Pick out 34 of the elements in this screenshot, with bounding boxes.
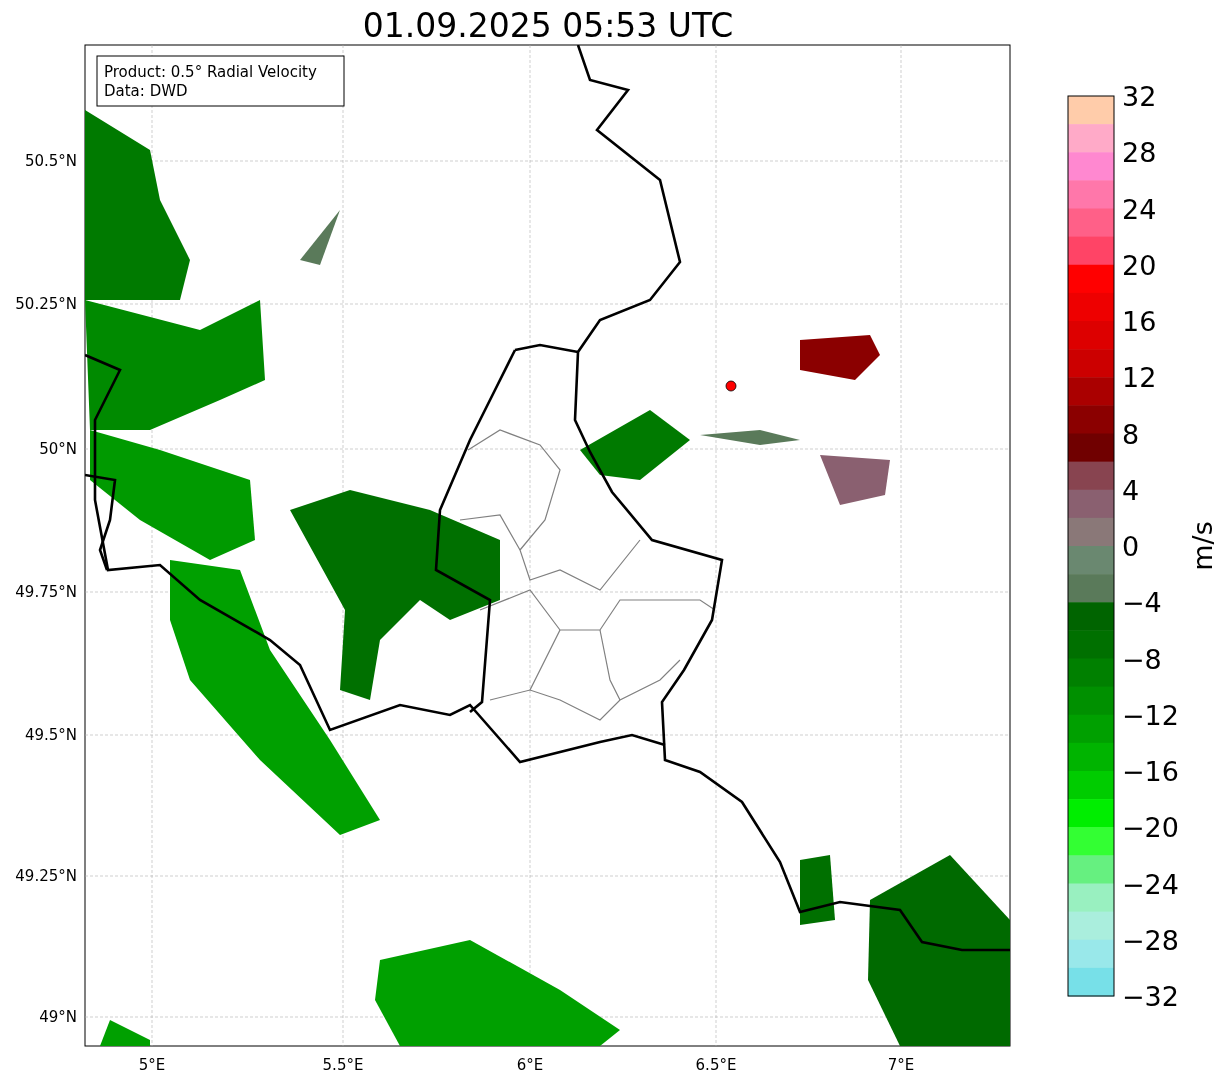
axis-tick-label: 50.25°N: [15, 295, 77, 313]
axis-tick-label: 49.25°N: [15, 867, 77, 885]
colorbar-tick-label: −32: [1122, 981, 1179, 1012]
colorbar-tick-label: −12: [1122, 699, 1179, 731]
colorbar-tick-label: 24: [1122, 193, 1157, 225]
colorbar-tick-label: 4: [1122, 474, 1140, 506]
colorbar-tick-label: 12: [1122, 362, 1157, 394]
colorbar-tick-label: 32: [1122, 81, 1157, 112]
colorbar-tick-label: −4: [1122, 587, 1162, 619]
axis-tick-label: 49.5°N: [24, 726, 77, 744]
colorbar-tick-label: 28: [1122, 137, 1157, 169]
axis-tick-label: 5.5°E: [322, 1056, 364, 1074]
colorbar-tick-label: −20: [1122, 812, 1179, 844]
legend-text: Product: 0.5° Radial Velocity: [104, 63, 317, 81]
radar-station-marker: [725, 380, 737, 392]
axis-tick-label: 49°N: [39, 1008, 77, 1026]
axis-tick-label: 50°N: [39, 440, 77, 458]
colorbar-tick-label: 8: [1122, 418, 1140, 450]
colorbar-tick-label: −8: [1122, 643, 1162, 675]
colorbar-tick-label: −24: [1122, 868, 1179, 900]
colorbar-tick-label: 0: [1122, 531, 1140, 562]
axis-tick-label: 49.75°N: [15, 583, 77, 601]
legend-text: Data: DWD: [104, 82, 188, 100]
axis-tick-label: 6°E: [516, 1056, 544, 1074]
axis-tick-label: 5°E: [138, 1056, 166, 1074]
colorbar-tick-label: 16: [1122, 306, 1157, 337]
axis-tick-label: 7°E: [887, 1056, 915, 1074]
axis-tick-label: 6.5°E: [695, 1056, 737, 1074]
colorbar-label: m/s: [1187, 521, 1218, 571]
axis-tick-label: 50.5°N: [24, 152, 77, 170]
colorbar-tick-label: −16: [1122, 756, 1179, 787]
chart-title: 01.09.2025 05:53 UTC: [362, 6, 734, 45]
colorbar-tick-label: −28: [1122, 924, 1179, 956]
colorbar-tick-label: 20: [1122, 249, 1157, 281]
